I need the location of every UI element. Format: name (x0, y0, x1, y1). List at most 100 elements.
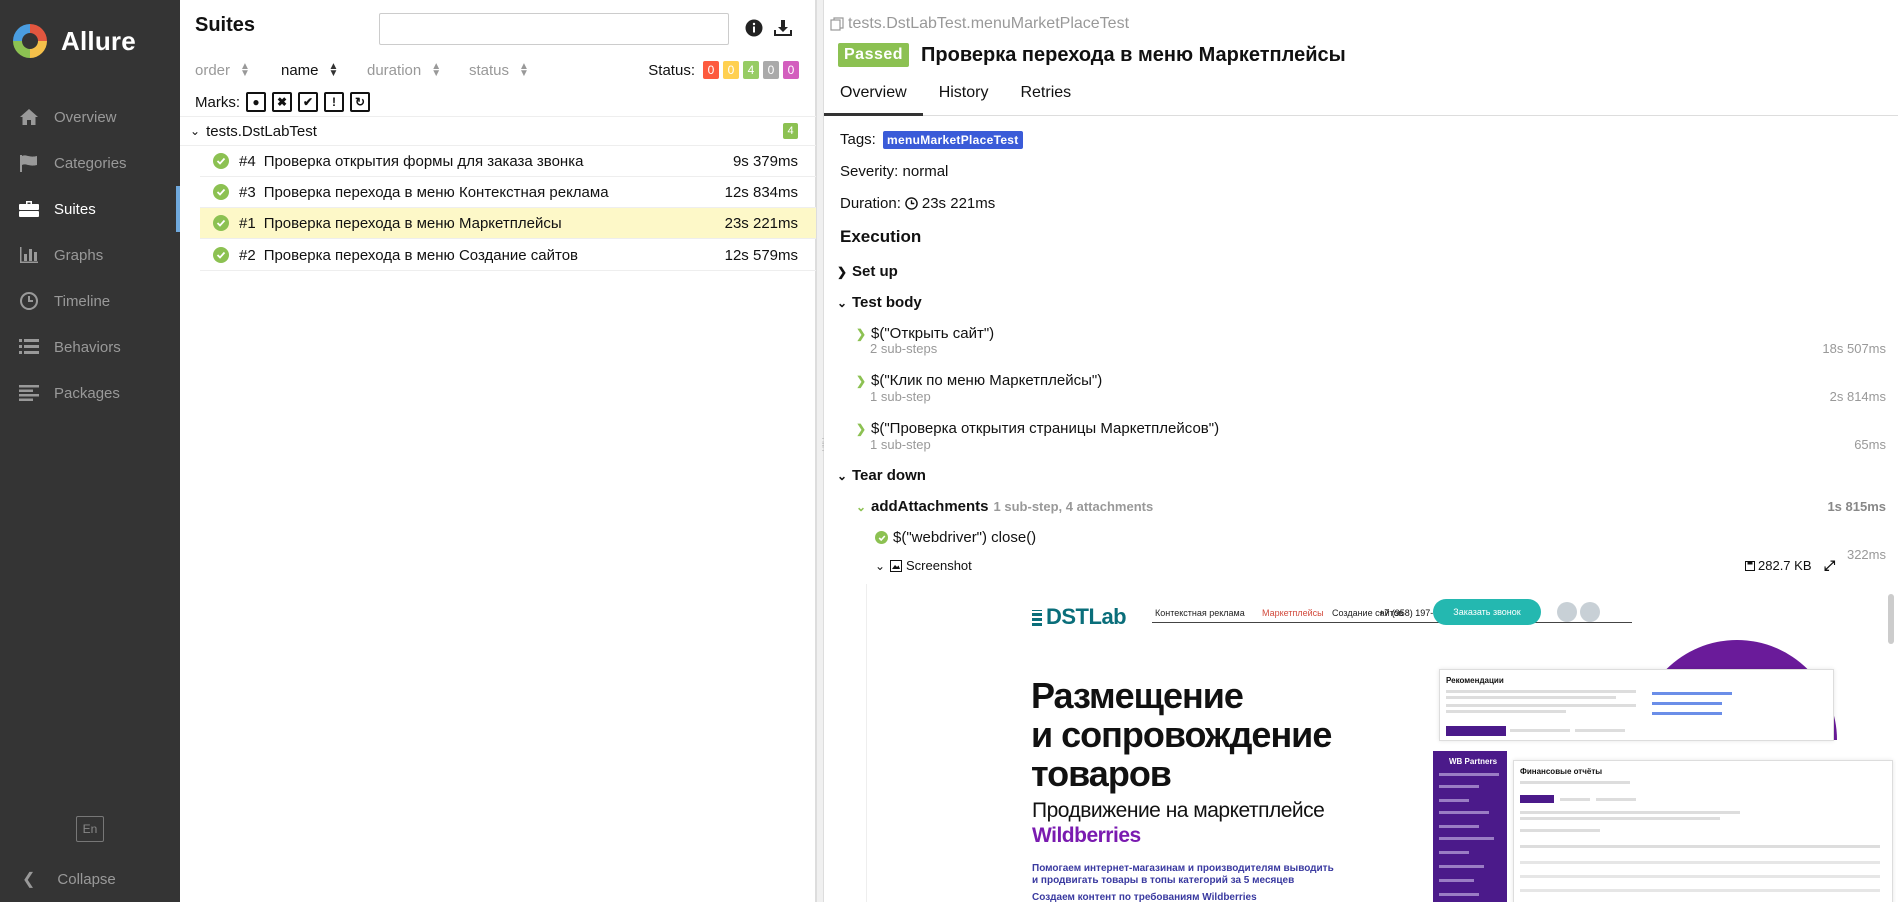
collapse-label: Collapse (57, 870, 116, 888)
sidebar-item-behaviors[interactable]: Behaviors (0, 324, 180, 370)
align-left-icon (18, 382, 40, 404)
pane-splitter[interactable]: ⋮ ⋮ (816, 0, 828, 902)
sidebar-item-categories[interactable]: Categories (0, 140, 180, 186)
sort-arrows-icon: ▲ ▼ (240, 61, 250, 79)
step-substeps: 1 sub-step (870, 437, 931, 452)
shot-paragraph-2: Создаем контент по требованиям Wildberri… (1032, 892, 1257, 902)
status-passed-badge[interactable]: 4 (743, 61, 759, 79)
table-row[interactable]: #1 Проверка перехода в меню Маркетплейсы… (200, 208, 816, 239)
info-button[interactable] (741, 15, 767, 41)
sidebar-item-graphs[interactable]: Graphs (0, 232, 180, 278)
tab-retries[interactable]: Retries (1004, 78, 1087, 116)
detail-tabs: Overview History Retries (824, 78, 1898, 116)
shot-menu-item: Маркетплейсы (1262, 608, 1324, 618)
step-row[interactable]: ❯ $("Клик по меню Маркетплейсы") (855, 372, 1102, 389)
test-name: Проверка перехода в меню Создание сайтов (263, 246, 579, 264)
copy-icon[interactable] (830, 17, 844, 31)
download-button[interactable] (770, 15, 796, 41)
test-number: #2 (239, 246, 256, 264)
sort-duration[interactable]: duration ▲ ▼ (367, 62, 441, 79)
step-row[interactable]: ⌄ addAttachments 1 sub-step, 4 attachmen… (855, 498, 1153, 515)
shot-scrollbar (1888, 594, 1894, 644)
flag-icon (18, 152, 40, 174)
image-file-icon (890, 559, 902, 572)
teardown-step[interactable]: ⌄ Tear down (836, 467, 926, 484)
new-failed-mark-icon[interactable]: ✖ (272, 92, 292, 112)
tab-history[interactable]: History (923, 78, 1005, 116)
step-name: addAttachments (871, 498, 989, 515)
step-substeps: 2 sub-steps (870, 341, 938, 356)
step-name: Tear down (852, 467, 926, 484)
test-number: #1 (239, 214, 256, 232)
step-name: $("Открыть сайт") (871, 325, 995, 342)
sidebar-item-suites[interactable]: Suites (0, 186, 180, 232)
test-number: #4 (239, 152, 256, 170)
bar-chart-icon (18, 244, 40, 266)
tags-label: Tags: (840, 131, 876, 148)
step-meta: 1 sub-step, 4 attachments (993, 499, 1154, 514)
sort-status-label: status (469, 61, 510, 79)
test-duration: 12s 834ms (724, 183, 798, 201)
shot-card-title: Рекомендации (1446, 676, 1504, 685)
status-skipped-badge[interactable]: 0 (763, 61, 779, 79)
status-filter: Status: 0 0 4 0 0 (648, 61, 799, 79)
sort-order-label: order (195, 61, 231, 79)
sort-status[interactable]: status ▲ ▼ (469, 62, 529, 79)
step-name: Test body (852, 294, 922, 311)
sidebar-item-timeline[interactable]: Timeline (0, 278, 180, 324)
marks-label: Marks: (195, 93, 240, 111)
chevron-left-icon: ❮ (22, 871, 36, 888)
sort-arrows-icon: ▲ ▼ (519, 61, 529, 79)
briefcase-icon (18, 198, 40, 220)
setup-step[interactable]: ❯ Set up (836, 263, 898, 280)
sidebar-nav: Overview Categories Suites Graphs Timeli… (0, 94, 180, 416)
sort-arrows-icon: ▲ ▼ (431, 61, 442, 79)
collapse-button[interactable]: ❮ Collapse (0, 856, 180, 902)
sidebar-item-label: Packages (54, 384, 120, 402)
severity-value: normal (902, 163, 949, 180)
suite-group-row[interactable]: ⌄ tests.DstLabTest 4 (180, 116, 816, 146)
shot-menu-item: Контекстная реклама (1155, 608, 1245, 618)
page-title: Suites (195, 14, 256, 36)
table-row[interactable]: #2 Проверка перехода в меню Создание сай… (200, 240, 816, 271)
status-failed-badge[interactable]: 0 (703, 61, 719, 79)
step-duration: 1s 815ms (1827, 499, 1886, 514)
table-row[interactable]: #4 Проверка открытия формы для заказа зв… (200, 146, 816, 177)
sidebar-item-label: Categories (54, 154, 127, 172)
test-duration: 9s 379ms (732, 152, 798, 170)
sort-order[interactable]: order ▲ ▼ (195, 62, 250, 79)
chevron-down-icon: ⌄ (836, 468, 848, 483)
chevron-down-icon: ⌄ (874, 558, 886, 573)
status-broken-badge[interactable]: 0 (723, 61, 739, 79)
step-row[interactable]: ❯ $("Открыть сайт") (855, 325, 994, 342)
execution-title: Execution (840, 227, 922, 246)
new-passed-mark-icon[interactable]: ✔ (298, 92, 318, 112)
expand-icon[interactable]: ⤢ (1824, 557, 1835, 574)
attachment-row[interactable]: ⌄ Screenshot (874, 558, 972, 573)
sidebar-item-overview[interactable]: Overview (0, 94, 180, 140)
shot-heading: Размещение и сопровождение товаров (1031, 676, 1332, 794)
step-row[interactable]: ❯ $("Проверка открытия страницы Маркетпл… (855, 420, 1219, 437)
attachment-name: Screenshot (906, 558, 972, 573)
step-name: $("Клик по меню Маркетплейсы") (871, 372, 1103, 389)
test-body-step[interactable]: ⌄ Test body (836, 294, 922, 311)
sidebar-item-packages[interactable]: Packages (0, 370, 180, 416)
table-row[interactable]: #3 Проверка перехода в меню Контекстная … (200, 177, 816, 208)
marks-filter: Marks: ● ✖ ✔ ! ↻ (180, 88, 815, 116)
status-unknown-badge[interactable]: 0 (783, 61, 799, 79)
sort-name[interactable]: name ▲ ▼ (281, 62, 338, 79)
passed-check-icon (213, 184, 229, 200)
allure-logo[interactable]: Allure (0, 0, 180, 82)
shot-heading-line: товаров (1031, 753, 1172, 794)
tab-overview[interactable]: Overview (824, 78, 923, 116)
screenshot-preview[interactable]: DSTLab Контекстная реклама Маркетплейсы … (866, 584, 1896, 902)
retries-mark-icon[interactable]: ↻ (350, 92, 370, 112)
flaky-mark-icon[interactable]: ● (246, 92, 266, 112)
download-icon (774, 20, 792, 36)
search-input[interactable] (379, 13, 729, 45)
new-broken-mark-icon[interactable]: ! (324, 92, 344, 112)
step-name: Set up (852, 263, 898, 280)
sidebar-item-label: Overview (54, 108, 117, 126)
language-switch[interactable]: En (76, 816, 104, 842)
sidebar-footer: En ❮ Collapse (0, 816, 180, 902)
